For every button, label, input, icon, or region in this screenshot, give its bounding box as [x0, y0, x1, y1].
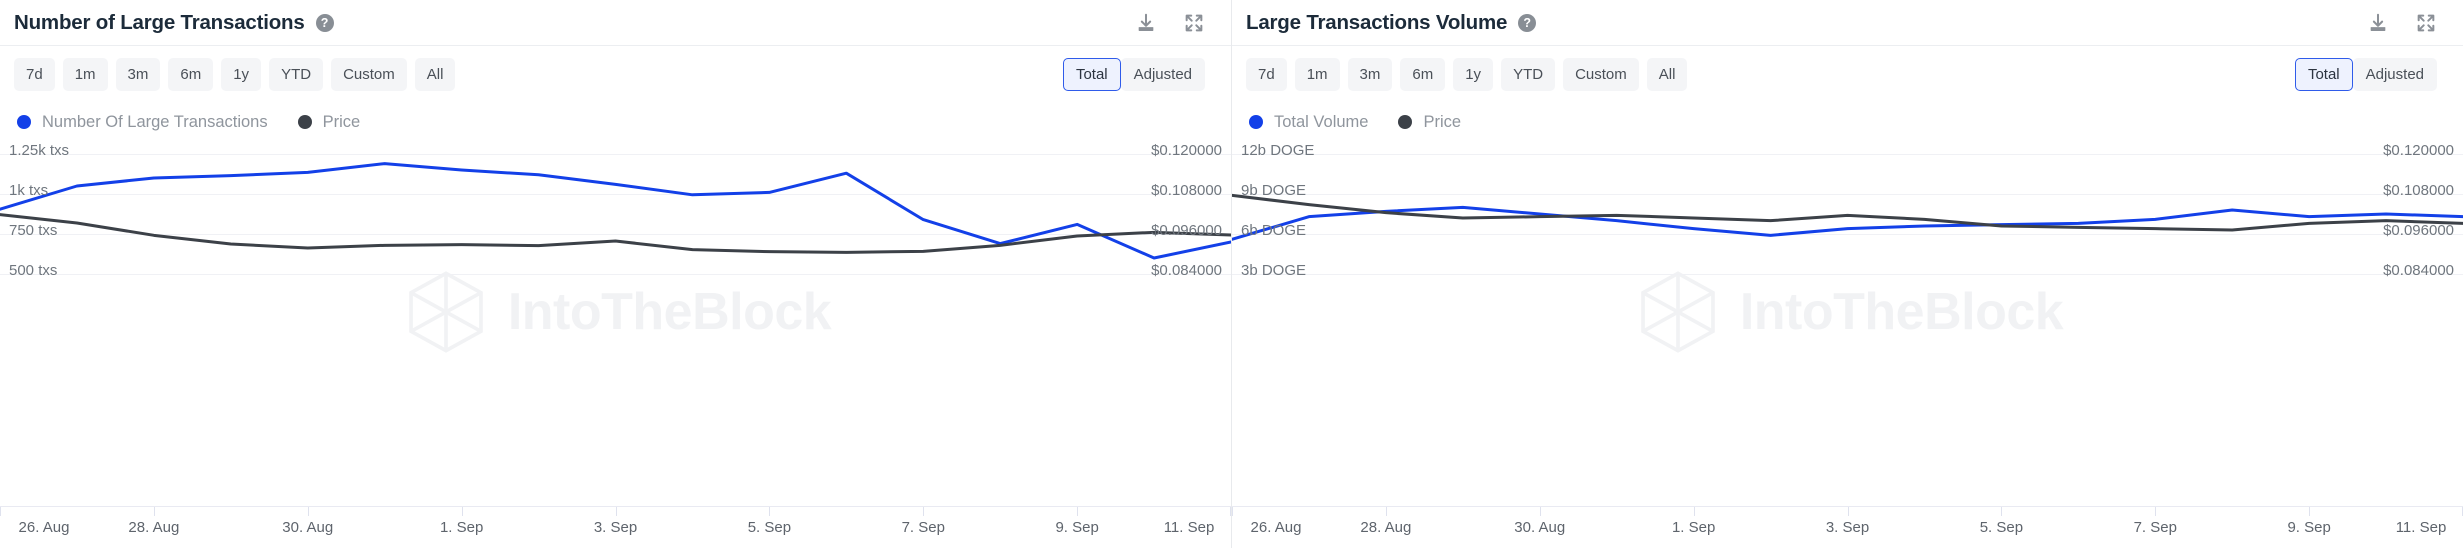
x-axis-tick — [923, 507, 924, 516]
segment-button-adjusted[interactable]: Adjusted — [1121, 58, 1205, 91]
chart-toolbar: 7d 1m 3m 6m 1y YTD Custom All Total Adju… — [0, 46, 1231, 102]
fullscreen-icon[interactable] — [2415, 12, 2437, 34]
x-axis-tick — [2155, 507, 2156, 516]
x-axis-tick — [154, 507, 155, 516]
x-axis-label: 28. Aug — [1360, 519, 1411, 536]
time-range-group: 7d 1m 3m 6m 1y YTD Custom All — [1246, 58, 1687, 91]
question-mark-icon[interactable]: ? — [1518, 14, 1536, 32]
x-axis-tick — [1848, 507, 1849, 516]
x-axis-label: 5. Sep — [748, 519, 791, 536]
panel-number-of-large-transactions: Number of Large Transactions ? 7d 1m — [0, 0, 1232, 548]
range-button-7d[interactable]: 7d — [14, 58, 55, 91]
range-button-1m[interactable]: 1m — [1295, 58, 1340, 91]
x-axis-label: 7. Sep — [2134, 519, 2177, 536]
x-axis-label: 9. Sep — [2287, 519, 2330, 536]
x-axis-tick — [0, 507, 1, 516]
plot-svg — [1232, 142, 2463, 506]
x-axis-tick — [2309, 507, 2310, 516]
range-button-custom[interactable]: Custom — [1563, 58, 1639, 91]
x-axis-tick — [616, 507, 617, 516]
legend-dot-icon — [1398, 115, 1412, 129]
range-button-1y[interactable]: 1y — [221, 58, 261, 91]
x-axis-tick — [1077, 507, 1078, 516]
range-button-ytd[interactable]: YTD — [1501, 58, 1555, 91]
range-button-all[interactable]: All — [415, 58, 456, 91]
x-axis-tick — [1232, 507, 1233, 516]
range-button-1y[interactable]: 1y — [1453, 58, 1493, 91]
range-button-1m[interactable]: 1m — [63, 58, 108, 91]
range-button-7d[interactable]: 7d — [1246, 58, 1287, 91]
x-axis-tick — [2001, 507, 2002, 516]
legend-dot-icon — [1249, 115, 1263, 129]
x-axis-tick — [1540, 507, 1541, 516]
x-axis-label: 3. Sep — [1826, 519, 1869, 536]
segment-button-total[interactable]: Total — [2295, 58, 2353, 91]
x-axis-tick — [2462, 507, 2463, 516]
x-axis-tick — [308, 507, 309, 516]
x-axis-label: 11. Sep — [2396, 519, 2447, 536]
page-title: Number of Large Transactions — [14, 11, 305, 35]
legend-label: Total Volume — [1274, 113, 1368, 132]
x-axis-label: 1. Sep — [440, 519, 483, 536]
x-axis-label: 26. Aug — [1251, 519, 1302, 536]
legend-label: Price — [323, 113, 361, 132]
legend-item-series[interactable]: Total Volume — [1249, 113, 1368, 132]
x-axis-label: 11. Sep — [1164, 519, 1215, 536]
x-axis-label: 7. Sep — [902, 519, 945, 536]
page-title: Large Transactions Volume — [1246, 11, 1507, 35]
x-axis-tick — [462, 507, 463, 516]
chart-legend: Total Volume Price — [1232, 102, 2463, 142]
range-button-3m[interactable]: 3m — [1348, 58, 1393, 91]
x-axis-label: 30. Aug — [282, 519, 333, 536]
legend-dot-icon — [298, 115, 312, 129]
x-axis-label: 9. Sep — [1055, 519, 1098, 536]
legend-item-price[interactable]: Price — [1398, 113, 1461, 132]
panel-header: Large Transactions Volume ? — [1232, 0, 2463, 46]
legend-label: Price — [1423, 113, 1461, 132]
range-button-6m[interactable]: 6m — [168, 58, 213, 91]
legend-dot-icon — [17, 115, 31, 129]
legend-item-series[interactable]: Number Of Large Transactions — [17, 113, 268, 132]
x-axis-label: 5. Sep — [1980, 519, 2023, 536]
x-axis-label: 1. Sep — [1672, 519, 1715, 536]
total-adjusted-toggle: Total Adjusted — [2295, 58, 2437, 91]
segment-button-adjusted[interactable]: Adjusted — [2353, 58, 2437, 91]
x-axis-label: 26. Aug — [19, 519, 70, 536]
range-button-ytd[interactable]: YTD — [269, 58, 323, 91]
x-axis: 26. Aug 28. Aug 30. Aug 1. Sep 3. Sep 5. Sep 7… — [1232, 506, 2463, 548]
panel-large-transactions-volume: Large Transactions Volume ? 7d 1m 3m — [1231, 0, 2463, 548]
time-range-group: 7d 1m 3m 6m 1y YTD Custom All — [14, 58, 455, 91]
x-axis-label: 3. Sep — [594, 519, 637, 536]
x-axis: 26. Aug 28. Aug 30. Aug 1. Sep 3. Sep 5. Sep 7… — [0, 506, 1231, 548]
range-button-all[interactable]: All — [1647, 58, 1688, 91]
x-axis-tick — [769, 507, 770, 516]
x-axis-tick — [1694, 507, 1695, 516]
x-axis-label: 30. Aug — [1514, 519, 1565, 536]
plot-area: IntoTheBlock 1.25k txs 1k txs 750 txs 50… — [0, 142, 1231, 506]
range-button-custom[interactable]: Custom — [331, 58, 407, 91]
range-button-6m[interactable]: 6m — [1400, 58, 1445, 91]
charts-board: Number of Large Transactions ? 7d 1m — [0, 0, 2464, 548]
panel-header: Number of Large Transactions ? — [0, 0, 1231, 46]
plot-area: IntoTheBlock 12b DOGE 9b DOGE 6b DOGE 3b… — [1232, 142, 2463, 506]
fullscreen-icon[interactable] — [1183, 12, 1205, 34]
legend-item-price[interactable]: Price — [298, 113, 361, 132]
legend-label: Number Of Large Transactions — [42, 113, 268, 132]
download-icon[interactable] — [2367, 12, 2389, 34]
chart-legend: Number Of Large Transactions Price — [0, 102, 1231, 142]
x-axis-label: 28. Aug — [128, 519, 179, 536]
download-icon[interactable] — [1135, 12, 1157, 34]
x-axis-tick — [1386, 507, 1387, 516]
segment-button-total[interactable]: Total — [1063, 58, 1121, 91]
total-adjusted-toggle: Total Adjusted — [1063, 58, 1205, 91]
question-mark-icon[interactable]: ? — [316, 14, 334, 32]
plot-svg — [0, 142, 1231, 506]
chart-toolbar: 7d 1m 3m 6m 1y YTD Custom All Total Adju… — [1232, 46, 2463, 102]
range-button-3m[interactable]: 3m — [116, 58, 161, 91]
